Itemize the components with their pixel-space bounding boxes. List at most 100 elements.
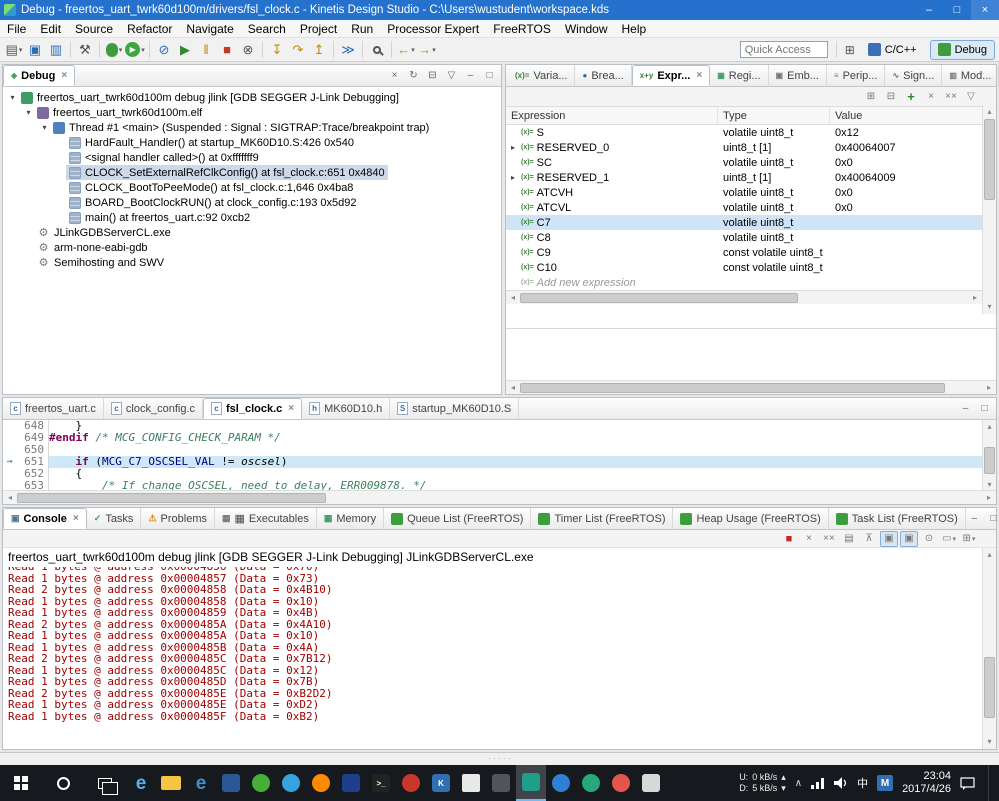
taskbar-app-calculator[interactable] <box>456 765 486 801</box>
menu-navigate[interactable]: Navigate <box>179 22 240 36</box>
task-view-button[interactable] <box>84 765 126 801</box>
collapse-all-button[interactable]: ⊟ <box>424 70 441 81</box>
expression-row-selected[interactable]: (x)= C7 volatile uint8_t <box>506 215 982 230</box>
quick-access-input[interactable] <box>739 41 828 58</box>
menu-run[interactable]: Run <box>344 22 380 36</box>
taskbar-app-app-navy-square[interactable] <box>336 765 366 801</box>
maximize-view-button[interactable]: □ <box>976 403 993 414</box>
tab-problems[interactable]: ⚠ Problems <box>141 508 215 529</box>
scroll-down-icon[interactable]: ▾ <box>983 735 996 749</box>
back-button[interactable]: ← ▾ <box>396 40 416 60</box>
hidden-icons-chevron[interactable]: ∧ <box>795 778 802 789</box>
expression-row[interactable]: ▸ (x)= RESERVED_0 uint8_t [1] 0x40064007 <box>506 140 982 155</box>
step-into-button[interactable]: ↧ <box>267 40 287 60</box>
show-stdout-button[interactable]: ▣ <box>880 530 898 547</box>
run-button[interactable]: ▶ ▾ <box>125 40 145 60</box>
menu-search[interactable]: Search <box>241 22 293 36</box>
terminate-button[interactable]: ■ <box>217 40 237 60</box>
tab-fsl-clock-c[interactable]: c fsl_clock.c × <box>203 398 303 419</box>
taskbar-app-app-blue-square[interactable] <box>216 765 246 801</box>
scrollbar-thumb[interactable] <box>520 292 798 303</box>
perspective-debug-button[interactable]: Debug <box>929 39 995 60</box>
taskbar-app-kinetis-design-studio[interactable] <box>516 765 546 801</box>
perspective-cpp-button[interactable]: C/C++ <box>860 40 925 60</box>
tab-debug-view[interactable]: ◈ Debug × <box>3 65 76 86</box>
tab-tasks[interactable]: ✓ Tasks <box>87 508 142 529</box>
expression-row[interactable]: (x)= C10 const volatile uint8_t <box>506 260 982 275</box>
editor-gutter[interactable]: 648 649 650 → 651 652 653 <box>3 420 49 490</box>
scrollbar-thumb[interactable] <box>984 119 995 201</box>
tab-signals[interactable]: ∿ Sign... <box>885 65 943 86</box>
remove-all-terminated-button[interactable]: × <box>386 70 403 81</box>
skip-breakpoints-button[interactable]: ⊘ <box>154 40 174 60</box>
tab-registers[interactable]: ▦ Regi... <box>710 65 769 86</box>
scroll-right-icon[interactable]: ▸ <box>982 383 996 392</box>
horizontal-sash[interactable] <box>2 505 997 507</box>
search-button[interactable] <box>367 40 387 60</box>
show-stderr-button[interactable]: ▣ <box>900 530 918 547</box>
scrollbar-thumb[interactable] <box>520 382 946 393</box>
tree-item-process[interactable]: ⚙ arm-none-eabi-gdb <box>3 240 501 255</box>
view-menu-button[interactable]: ▽ <box>443 70 460 81</box>
suspend-button[interactable]: ‖ <box>196 40 216 60</box>
tab-memory[interactable]: ▦ Memory <box>317 508 385 529</box>
code-editor[interactable]: 648 649 650 → 651 652 653 } #endif /* MCG… <box>3 420 996 490</box>
clear-console-button[interactable]: ▤ <box>840 531 858 547</box>
console-output[interactable]: freertos_uart_twrk60d100m debug jlink [G… <box>3 548 982 749</box>
maximize-window-button[interactable]: □ <box>943 0 971 20</box>
close-icon[interactable]: × <box>61 70 67 81</box>
minimize-view-button[interactable]: – <box>957 403 974 414</box>
column-type[interactable]: Type <box>718 107 830 125</box>
taskbar-app-chrome[interactable] <box>606 765 636 801</box>
tree-item-thread[interactable]: ▾ Thread #1 <main> (Suspended : Signal :… <box>3 120 501 135</box>
tree-item-elf[interactable]: ▾ freertos_uart_twrk60d100m.elf <box>3 105 501 120</box>
taskbar-app-app-light-square[interactable] <box>636 765 666 801</box>
taskbar-app-app-blue-circle[interactable] <box>276 765 306 801</box>
tree-expander-icon[interactable]: ▸ <box>508 143 518 152</box>
remove-all-launches-button[interactable]: ×× <box>820 531 838 547</box>
tree-expander-icon[interactable]: ▾ <box>39 123 50 132</box>
scroll-up-icon[interactable]: ▴ <box>983 420 996 434</box>
scrollbar-thumb[interactable] <box>984 447 995 474</box>
tree-item-frame[interactable]: <signal handler called>() at 0xfffffff9 <box>3 150 501 165</box>
step-return-button[interactable]: ↥ <box>309 40 329 60</box>
expressions-hscrollbar[interactable]: ◂ ▸ <box>506 290 982 304</box>
show-desktop-button[interactable] <box>988 765 993 801</box>
step-over-button[interactable]: ↷ <box>288 40 308 60</box>
network-speed-monitor[interactable]: U: 0 kB/s ▴ D: 5 kB/s ▾ <box>739 772 786 794</box>
show-type-names-button[interactable]: ⊞ <box>862 89 880 105</box>
tab-startup-mk60d10-s[interactable]: Sstartup_MK60D10.S <box>390 398 520 419</box>
new-wizard-button[interactable]: ▤ ▾ <box>4 40 24 60</box>
tab-heap-usage[interactable]: Heap Usage (FreeRTOS) <box>673 508 829 529</box>
volume-icon[interactable] <box>834 777 848 789</box>
tray-app-icon[interactable]: M <box>877 775 894 791</box>
pin-console-button[interactable]: ⊙ <box>920 531 938 547</box>
tab-modules[interactable]: ▥ Mod... <box>942 65 999 86</box>
window-resize-grip[interactable]: · · · · · <box>0 752 999 765</box>
debug-button[interactable]: ▾ <box>104 40 124 60</box>
tab-clock-config-c[interactable]: c clock_config.c <box>104 398 204 419</box>
taskbar-clock[interactable]: 23:04 2017/4/26 <box>902 770 951 796</box>
display-console-button[interactable]: ▭ ▾ <box>940 531 958 547</box>
tab-expressions[interactable]: x+y Expr... × <box>631 65 711 86</box>
tab-task-list[interactable]: Task List (FreeRTOS) <box>829 508 966 529</box>
tab-variables[interactable]: (x)= Varia... <box>508 65 576 86</box>
taskbar-app-edge[interactable]: e <box>126 765 156 801</box>
remove-launch-button[interactable]: × <box>800 531 818 547</box>
tab-mk60d10-h[interactable]: h MK60D10.h <box>302 398 391 419</box>
save-button[interactable]: ▣ <box>25 40 45 60</box>
scroll-down-icon[interactable]: ▾ <box>983 300 996 314</box>
close-icon[interactable]: × <box>288 403 294 414</box>
taskbar-app-app-teal-circle[interactable] <box>576 765 606 801</box>
expression-row[interactable]: (x)= S volatile uint8_t 0x12 <box>506 125 982 140</box>
menu-refactor[interactable]: Refactor <box>120 22 179 36</box>
editor-hscrollbar[interactable]: ◂ ▸ <box>3 490 996 504</box>
add-expression-row[interactable]: (x)= Add new expression <box>506 275 982 290</box>
taskbar-app-app-green-circle[interactable] <box>246 765 276 801</box>
tab-queue-list[interactable]: Queue List (FreeRTOS) <box>384 508 532 529</box>
minimize-view-button[interactable]: – <box>462 70 479 81</box>
tree-item-frame[interactable]: CLOCK_BootToPeeMode() at fsl_clock.c:1,6… <box>3 180 501 195</box>
menu-edit[interactable]: Edit <box>33 22 68 36</box>
tree-expander-icon[interactable]: ▸ <box>508 173 518 182</box>
collapse-all-button[interactable]: ⊟ <box>882 89 900 105</box>
